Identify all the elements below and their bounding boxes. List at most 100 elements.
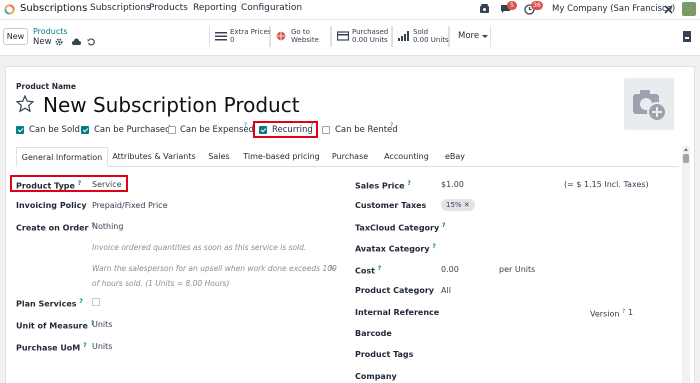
create-on-order-label: Create on Order ? bbox=[16, 222, 95, 233]
caret-down-icon bbox=[482, 35, 488, 38]
purchase-uom-help-icon[interactable]: ? bbox=[83, 342, 86, 349]
control-panel: New Products New Extra Prices 0 Go to Webs… bbox=[0, 20, 700, 56]
barcode-label: Barcode bbox=[355, 329, 392, 338]
menu-products[interactable]: Products bbox=[149, 3, 188, 13]
user-avatar[interactable] bbox=[682, 2, 696, 16]
sold-label: Sold bbox=[413, 28, 429, 36]
cost-help-icon[interactable]: ? bbox=[378, 265, 381, 272]
product-category-select[interactable]: All bbox=[441, 286, 451, 295]
scrollbar-thumb[interactable] bbox=[683, 154, 689, 163]
sold-button[interactable]: Sold 0.00 Units bbox=[392, 26, 449, 47]
extra-prices-button[interactable]: Extra Prices 0 bbox=[209, 26, 272, 47]
new-button[interactable]: New bbox=[3, 28, 28, 45]
upsell-warning-text: Warn the salesperson for an upsell when … bbox=[92, 264, 337, 273]
can-be-rented-checkbox[interactable] bbox=[322, 126, 330, 134]
tab-time-based-pricing[interactable]: Time-based pricing bbox=[238, 147, 325, 167]
tab-general-information[interactable]: General Information bbox=[16, 147, 108, 167]
scrollbar-track[interactable] bbox=[682, 146, 690, 383]
upsell-percent-sign: % bbox=[329, 264, 337, 273]
product-name-label: Product Name bbox=[16, 82, 76, 91]
tab-attributes-variants[interactable]: Attributes & Variants bbox=[108, 147, 200, 167]
invoicing-policy-select[interactable]: Prepaid/Fixed Price bbox=[92, 201, 167, 210]
app-name[interactable]: Subscriptions bbox=[20, 3, 87, 14]
phone-icon[interactable] bbox=[479, 3, 490, 15]
sales-price-incl-taxes: (= $ 1.15 Incl. Taxes) bbox=[564, 180, 649, 189]
cost-label: Cost ? bbox=[355, 265, 382, 276]
upsell-hours-text: of hours sold. (1 Units = 8.00 Hours) bbox=[92, 279, 230, 288]
plan-services-help-icon[interactable]: ? bbox=[79, 298, 82, 305]
purchase-uom-label: Purchase UoM ? bbox=[16, 342, 87, 353]
purchase-uom-select[interactable]: Units bbox=[92, 342, 112, 351]
version-help-icon[interactable]: ? bbox=[622, 308, 625, 315]
go-to-website-button[interactable]: Go to Website bbox=[270, 26, 331, 47]
discard-icon[interactable] bbox=[87, 38, 95, 46]
can-be-rented-help-icon[interactable]: ? bbox=[390, 122, 393, 129]
purchased-button[interactable]: Purchased 0.00 Units bbox=[331, 26, 392, 47]
cloud-upload-icon[interactable] bbox=[72, 38, 81, 46]
purchased-label: Purchased bbox=[352, 28, 389, 36]
top-navbar: Subscriptions Subscriptions Products Rep… bbox=[0, 0, 700, 20]
tab-ebay[interactable]: eBay bbox=[438, 147, 472, 167]
company-label: Company bbox=[355, 372, 397, 381]
globe-icon bbox=[276, 31, 288, 41]
product-category-label: Product Category bbox=[355, 286, 434, 295]
can-be-purchased-label[interactable]: Can be Purchased bbox=[94, 125, 171, 135]
plan-services-checkbox[interactable] bbox=[92, 298, 100, 306]
avatax-help-icon[interactable]: ? bbox=[432, 243, 435, 250]
customer-taxes-label: Customer Taxes bbox=[355, 201, 427, 210]
can-be-expensed-checkbox[interactable] bbox=[168, 126, 176, 134]
breadcrumb-current: New bbox=[33, 37, 52, 47]
product-image-placeholder[interactable] bbox=[624, 78, 674, 130]
customer-tax-tag[interactable]: 15% ✕ bbox=[441, 199, 475, 211]
customer-tax-tag-label: 15% bbox=[446, 201, 462, 209]
website-label: Go to bbox=[291, 28, 310, 36]
cost-input[interactable]: 0.00 bbox=[441, 265, 459, 274]
can-be-sold-checkbox[interactable] bbox=[16, 126, 24, 134]
tools-icon[interactable] bbox=[663, 4, 674, 15]
internal-reference-label: Internal Reference bbox=[355, 308, 440, 317]
sales-price-help-icon[interactable]: ? bbox=[407, 180, 410, 187]
product-type-highlight bbox=[10, 175, 128, 192]
menu-reporting[interactable]: Reporting bbox=[193, 3, 237, 13]
list-icon bbox=[215, 31, 227, 41]
more-label: More bbox=[458, 31, 480, 41]
app-logo-icon[interactable] bbox=[4, 4, 15, 15]
unit-of-measure-select[interactable]: Units bbox=[92, 320, 112, 329]
avatax-category-label: Avatax Category ? bbox=[355, 243, 436, 254]
signal-bars-icon bbox=[398, 31, 410, 41]
taxcloud-category-label: TaxCloud Category ? bbox=[355, 222, 446, 233]
can-be-expensed-help-icon[interactable]: ? bbox=[244, 122, 247, 129]
can-be-expensed-label[interactable]: Can be Expensed bbox=[180, 125, 254, 135]
more-button[interactable]: More bbox=[449, 26, 491, 47]
product-name-input[interactable]: New Subscription Product bbox=[43, 93, 300, 117]
chatter-toggle-icon[interactable] bbox=[683, 31, 691, 42]
tab-accounting[interactable]: Accounting bbox=[375, 147, 438, 167]
breadcrumb-products[interactable]: Products bbox=[33, 27, 68, 36]
can-be-sold-label[interactable]: Can be Sold bbox=[29, 125, 80, 135]
unit-of-measure-label: Unit of Measure ? bbox=[16, 320, 95, 331]
extra-prices-label: Extra Prices bbox=[230, 28, 272, 36]
tab-purchase[interactable]: Purchase bbox=[325, 147, 375, 167]
product-tags-label: Product Tags bbox=[355, 350, 414, 359]
version-value: 1 bbox=[628, 308, 634, 317]
tab-sales[interactable]: Sales bbox=[200, 147, 238, 167]
scroll-up-icon[interactable] bbox=[684, 148, 688, 151]
gear-icon[interactable] bbox=[55, 38, 63, 46]
create-on-order-select[interactable]: Nothing bbox=[92, 222, 123, 231]
can-be-purchased-checkbox[interactable] bbox=[81, 126, 89, 134]
remove-tag-icon[interactable]: ✕ bbox=[464, 201, 470, 209]
favorite-star-icon[interactable] bbox=[15, 94, 35, 114]
website-value: Website bbox=[291, 36, 319, 44]
can-be-rented-label[interactable]: Can be Rented bbox=[335, 125, 398, 135]
menu-subscriptions[interactable]: Subscriptions bbox=[90, 3, 151, 13]
activity-count-badge: 36 bbox=[531, 1, 543, 10]
plan-services-label: Plan Services ? bbox=[16, 298, 83, 309]
invoice-policy-help-text: Invoice ordered quantities as soon as th… bbox=[92, 243, 307, 252]
purchased-value: 0.00 Units bbox=[352, 36, 388, 44]
sales-price-input[interactable]: $1.00 bbox=[441, 180, 464, 189]
company-switcher[interactable]: My Company (San Francisco) bbox=[552, 4, 675, 14]
taxcloud-help-icon[interactable]: ? bbox=[442, 222, 445, 229]
sales-price-label: Sales Price ? bbox=[355, 180, 411, 191]
extra-prices-value: 0 bbox=[230, 36, 235, 44]
menu-configuration[interactable]: Configuration bbox=[241, 3, 302, 13]
